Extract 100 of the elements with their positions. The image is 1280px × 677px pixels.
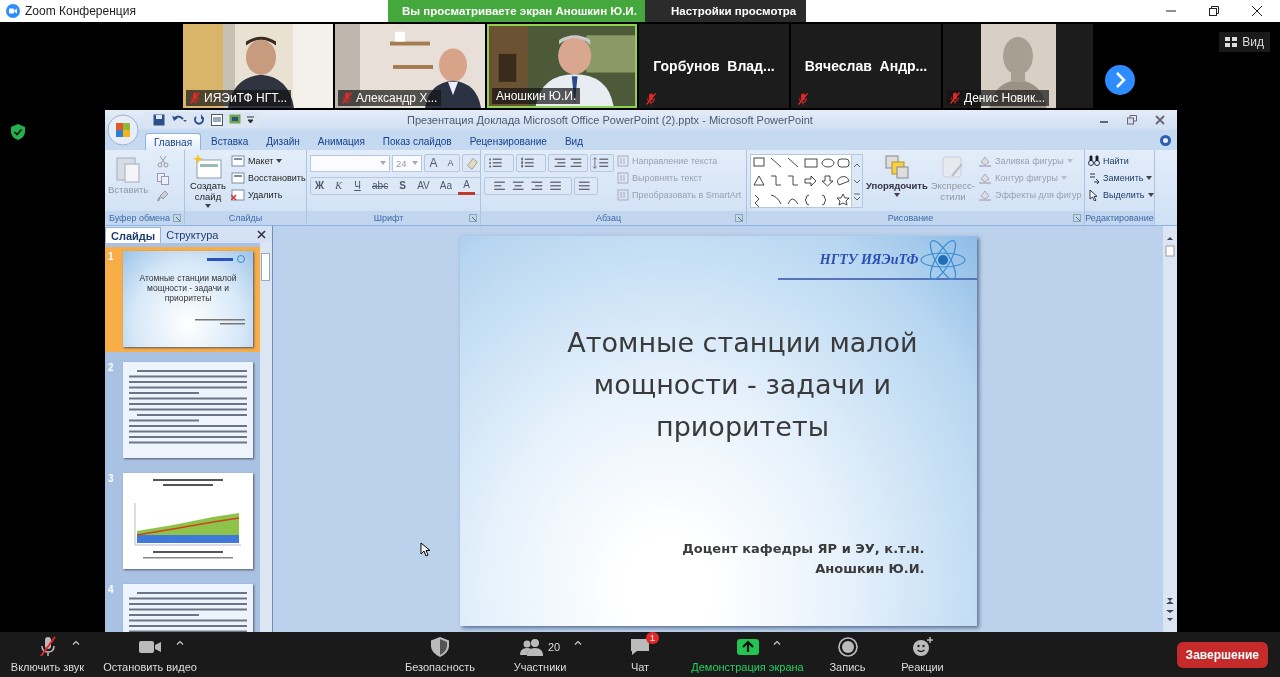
- close-icon[interactable]: [257, 230, 266, 239]
- arrange-button[interactable]: Упорядочить: [866, 154, 928, 197]
- toolbar-button[interactable]: 1 Чат: [595, 632, 685, 677]
- shape-gallery[interactable]: [751, 155, 851, 207]
- align-text-icon: [617, 172, 629, 184]
- share-screen-icon: [736, 639, 759, 655]
- align-icon[interactable]: [484, 177, 572, 195]
- ribbon-command[interactable]: Найти: [1088, 154, 1154, 168]
- redo-icon[interactable]: [193, 114, 205, 126]
- slide-thumbnail[interactable]: [123, 473, 253, 569]
- arrange-icon: [883, 154, 910, 180]
- format-button[interactable]: К: [330, 179, 348, 193]
- caret-icon[interactable]: [772, 640, 781, 645]
- restore-icon[interactable]: [1209, 6, 1219, 16]
- caret-icon: [205, 203, 211, 208]
- toolbar-button[interactable]: Запись: [810, 632, 885, 677]
- participant-tile[interactable]: Горбунов Влад...: [639, 24, 789, 108]
- chat-icon: [629, 637, 651, 657]
- ribbon-command[interactable]: Макет: [231, 154, 306, 168]
- save-icon[interactable]: [153, 114, 165, 126]
- slide-row[interactable]: 1 Атомные станции малой мощности - задачи и приоритеты: [105, 247, 260, 352]
- shield-icon: [431, 637, 449, 657]
- slideshow-icon[interactable]: [229, 114, 241, 126]
- caret-icon[interactable]: [176, 640, 184, 645]
- format-button[interactable]: abc: [368, 179, 393, 193]
- caret-icon: [380, 161, 386, 165]
- format-button[interactable]: Ж: [311, 179, 329, 193]
- ribbon-tab[interactable]: Рецензирование: [461, 133, 555, 150]
- slide-thumbnail[interactable]: Атомные станции малой мощности - задачи и приоритеты: [123, 251, 253, 347]
- shrink-font-button[interactable]: A: [442, 155, 459, 171]
- participant-name: Александр Х...: [356, 91, 438, 105]
- panel-tab[interactable]: Слайды: [105, 227, 162, 243]
- view-options-menu[interactable]: Настройки просмотра: [645, 0, 806, 22]
- numbered-list-icon[interactable]: [516, 154, 546, 172]
- participant-tile[interactable]: Вячеслав Андр...: [791, 24, 941, 108]
- next-page-icon[interactable]: [1105, 65, 1135, 95]
- ribbon-tab[interactable]: Показ слайдов: [374, 133, 460, 150]
- format-button[interactable]: Аа: [435, 179, 457, 193]
- end-meeting-button[interactable]: Завершение: [1176, 641, 1268, 668]
- slide-icon[interactable]: [211, 114, 223, 126]
- font-name-field[interactable]: [310, 154, 390, 172]
- help-icon[interactable]: [1160, 135, 1171, 146]
- dialog-launcher-icon[interactable]: [469, 214, 477, 222]
- group-label: Рисование: [887, 213, 934, 223]
- grow-font-button[interactable]: A: [425, 155, 442, 171]
- fill-bucket-icon: [978, 155, 992, 167]
- toolbar-button[interactable]: Остановить видео: [95, 632, 205, 677]
- scrollbar[interactable]: [1163, 226, 1177, 632]
- new-slide-button[interactable]: Создать слайд: [188, 154, 228, 208]
- shape-effects-icon: [978, 189, 992, 201]
- bullet-list-icon[interactable]: [484, 154, 514, 172]
- ribbon-command[interactable]: Удалить: [231, 188, 306, 202]
- toolbar-button[interactable]: Реакции: [885, 632, 960, 677]
- smartart-icon: [617, 189, 629, 201]
- format-button[interactable]: AV: [413, 179, 434, 193]
- people-icon: [519, 638, 544, 656]
- participant-tile[interactable]: Аношкин Ю.И.: [487, 24, 637, 108]
- toolbar-button[interactable]: Включить звук: [0, 632, 95, 677]
- dialog-launcher-icon[interactable]: [735, 214, 743, 222]
- ribbon-command[interactable]: Заменить: [1088, 171, 1154, 185]
- window-title: Zoom Конференция: [25, 4, 136, 18]
- panel-tab[interactable]: Структура: [161, 227, 224, 243]
- columns-icon[interactable]: [574, 177, 598, 195]
- mouse-pointer-icon: [420, 542, 430, 557]
- participant-name: Денис Новик...: [964, 91, 1046, 105]
- delete-slide-icon: [231, 189, 245, 201]
- toolbar-button[interactable]: 20 Участники: [485, 632, 595, 677]
- ribbon-tab[interactable]: Главная: [145, 133, 202, 150]
- new-slide-icon: [193, 154, 223, 180]
- toolbar-button[interactable]: Безопасность: [395, 632, 485, 677]
- copy-icon[interactable]: [157, 173, 170, 185]
- scrollbar[interactable]: [260, 243, 272, 632]
- ribbon-tab[interactable]: Вид: [556, 133, 591, 150]
- caret-icon[interactable]: [574, 640, 583, 645]
- view-button[interactable]: Вид: [1219, 32, 1270, 52]
- format-button[interactable]: Ч: [349, 179, 367, 193]
- caret-icon: [412, 161, 418, 165]
- dialog-launcher-icon[interactable]: [173, 214, 181, 222]
- caret-icon[interactable]: [71, 640, 80, 645]
- slide-thumbnail[interactable]: [123, 362, 253, 458]
- participant-tile[interactable]: ИЯЭиТФ НГТ...: [183, 24, 333, 108]
- slide-canvas[interactable]: НГТУ ИЯЭиТФ Атомные станции малой мощности - задачи и приоритеты Доцент кафедры ЯР и ЭУ, к.т.н. Аношкин Ю.И.: [459, 236, 977, 626]
- ribbon-tab[interactable]: Анимация: [309, 133, 373, 150]
- toolbar-button[interactable]: Демонстрация экрана: [685, 632, 810, 677]
- format-button[interactable]: A: [458, 177, 476, 195]
- slide-title: Атомные станции малой мощности - задачи и приоритеты: [566, 326, 919, 444]
- line-spacing-icon[interactable]: [590, 154, 614, 172]
- ribbon-command[interactable]: Выделить: [1088, 188, 1154, 202]
- ribbon-tab[interactable]: Вставка: [203, 133, 257, 150]
- layout-icon: [231, 155, 245, 167]
- participant-tile[interactable]: Александр Х...: [335, 24, 485, 108]
- format-button[interactable]: S: [394, 179, 412, 193]
- indent-icon[interactable]: [548, 154, 588, 172]
- dialog-launcher-icon[interactable]: [1073, 214, 1081, 222]
- close-icon[interactable]: [1252, 6, 1262, 16]
- participant-tile[interactable]: Денис Новик...: [943, 24, 1093, 108]
- ribbon-tab[interactable]: Дизайн: [258, 133, 308, 150]
- customize-icon[interactable]: [247, 116, 254, 124]
- shield-check-icon[interactable]: [11, 124, 25, 140]
- ribbon-command[interactable]: Восстановить: [231, 171, 306, 185]
